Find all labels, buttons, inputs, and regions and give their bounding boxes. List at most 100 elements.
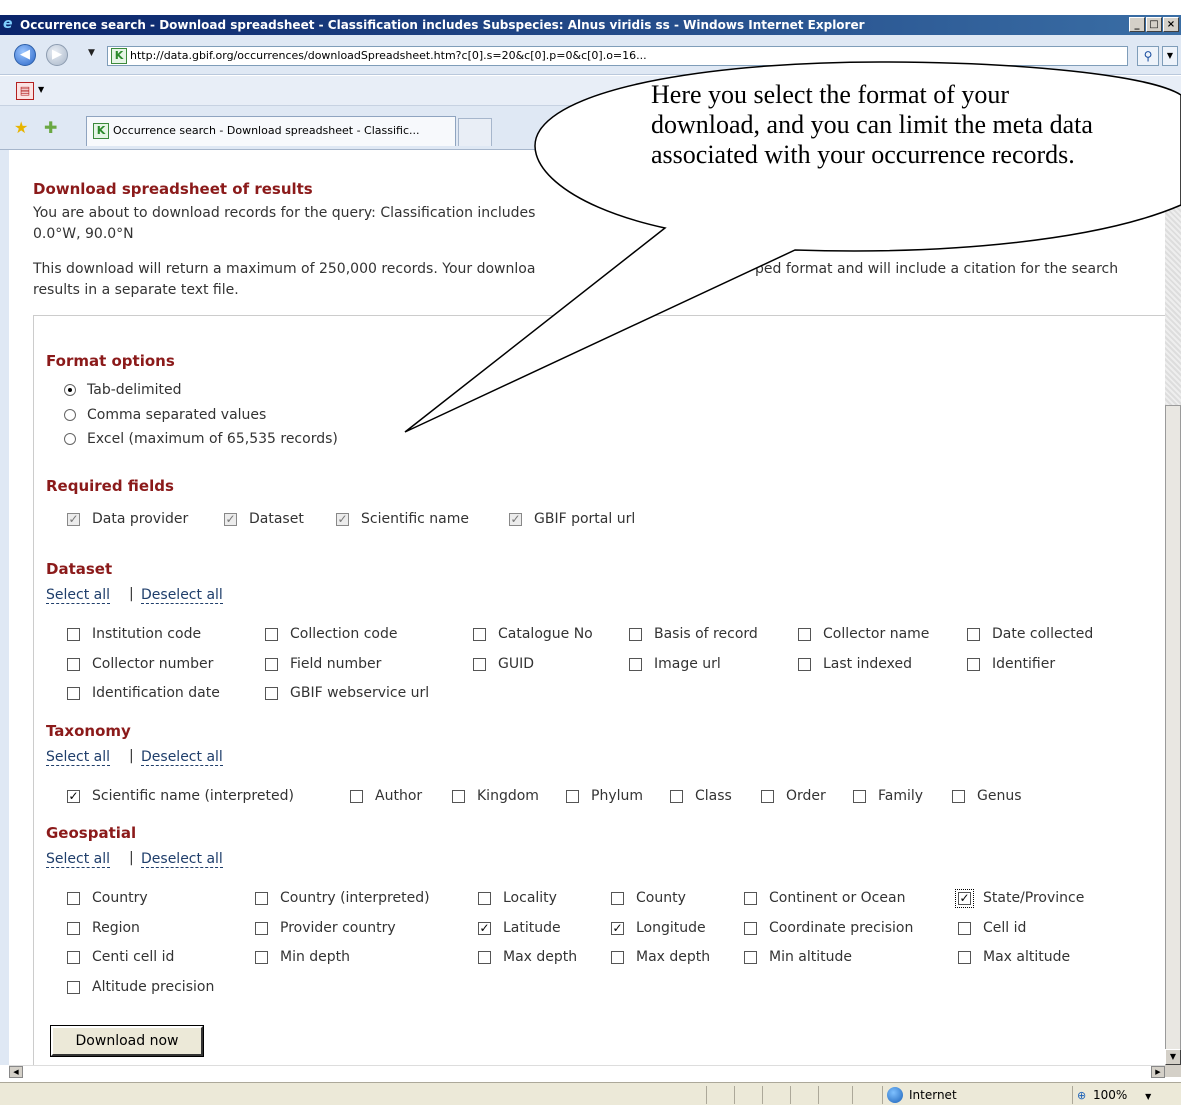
format-excel[interactable]: Excel (maximum of 65,535 records) (64, 431, 338, 447)
scroll-right-icon[interactable]: ▶ (1151, 1066, 1165, 1078)
radio-icon[interactable] (64, 409, 76, 421)
scroll-thumb[interactable] (1165, 405, 1181, 1055)
checkbox-icon[interactable] (952, 789, 965, 803)
field-latitude[interactable]: ✓ Latitude (478, 920, 561, 936)
format-csv[interactable]: Comma separated values (64, 407, 266, 423)
field-country-interpreted[interactable]: Country (interpreted) (255, 890, 430, 906)
field-locality[interactable]: Locality (478, 890, 557, 906)
forward-button[interactable]: ▶ (46, 44, 68, 66)
field-family[interactable]: Family (853, 788, 923, 804)
field-state-province[interactable]: ✓ State/Province (955, 888, 1084, 908)
field-scientific-name-interpreted[interactable]: ✓ Scientific name (interpreted) (67, 788, 294, 804)
pdf-convert-button[interactable]: ▤ (16, 82, 34, 100)
checkbox-icon[interactable] (629, 627, 642, 641)
field-author[interactable]: Author (350, 788, 422, 804)
field-coordinate-precision[interactable]: Coordinate precision (744, 920, 913, 936)
checkbox-icon[interactable] (478, 950, 491, 964)
checkbox-icon[interactable]: ✓ (611, 921, 624, 935)
checkbox-icon[interactable] (761, 789, 774, 803)
checkbox-icon[interactable] (255, 891, 268, 905)
field-provider-country[interactable]: Provider country (255, 920, 396, 936)
geospatial-deselect-all-link[interactable]: Deselect all (141, 851, 223, 868)
field-max-depth-2[interactable]: Max depth (611, 949, 710, 965)
checkbox-icon[interactable] (744, 891, 757, 905)
field-date-collected[interactable]: Date collected (967, 626, 1093, 642)
scroll-left-icon[interactable]: ◀ (9, 1066, 23, 1078)
checkbox-icon[interactable] (958, 921, 971, 935)
checkbox-icon[interactable] (67, 627, 80, 641)
field-max-depth[interactable]: Max depth (478, 949, 577, 965)
checkbox-icon[interactable] (67, 657, 80, 671)
field-collector-number[interactable]: Collector number (67, 656, 213, 672)
checkbox-icon[interactable] (958, 950, 971, 964)
field-class[interactable]: Class (670, 788, 732, 804)
checkbox-icon[interactable] (798, 627, 811, 641)
field-collection-code[interactable]: Collection code (265, 626, 397, 642)
search-button[interactable]: ⚲ (1137, 46, 1159, 66)
checkbox-icon[interactable]: ✓ (478, 921, 491, 935)
chevron-down-icon[interactable]: ▼ (38, 85, 44, 94)
field-altitude-precision[interactable]: Altitude precision (67, 979, 214, 995)
checkbox-icon[interactable] (611, 950, 624, 964)
checkbox-icon[interactable] (478, 891, 491, 905)
field-collector-name[interactable]: Collector name (798, 626, 929, 642)
field-phylum[interactable]: Phylum (566, 788, 643, 804)
checkbox-icon[interactable] (853, 789, 866, 803)
checkbox-icon[interactable] (67, 686, 80, 700)
address-input[interactable]: K http://data.gbif.org/occurrences/downl… (107, 46, 1128, 66)
maximize-button[interactable]: □ (1146, 17, 1162, 32)
checkbox-icon[interactable] (670, 789, 683, 803)
radio-icon[interactable] (64, 384, 76, 396)
scroll-down-icon[interactable]: ▼ (1165, 1049, 1181, 1065)
chevron-down-icon[interactable]: ▼ (1145, 1092, 1151, 1101)
checkbox-icon[interactable] (350, 789, 363, 803)
checkbox-icon[interactable] (744, 950, 757, 964)
field-gbif-webservice-url[interactable]: GBIF webservice url (265, 685, 429, 701)
field-region[interactable]: Region (67, 920, 140, 936)
field-institution-code[interactable]: Institution code (67, 626, 201, 642)
checkbox-icon[interactable] (265, 627, 278, 641)
field-order[interactable]: Order (761, 788, 826, 804)
checkbox-icon[interactable] (798, 657, 811, 671)
checkbox-icon[interactable] (452, 789, 465, 803)
taxonomy-deselect-all-link[interactable]: Deselect all (141, 749, 223, 766)
field-county[interactable]: County (611, 890, 686, 906)
back-button[interactable]: ◀ (14, 44, 36, 66)
radio-icon[interactable] (64, 433, 76, 445)
checkbox-icon[interactable] (67, 980, 80, 994)
dataset-select-all-link[interactable]: Select all (46, 587, 110, 604)
field-genus[interactable]: Genus (952, 788, 1022, 804)
zoom-control[interactable]: ⊕ 100% ▼ (1072, 1086, 1177, 1104)
geospatial-select-all-link[interactable]: Select all (46, 851, 110, 868)
field-guid[interactable]: GUID (473, 656, 534, 672)
field-min-altitude[interactable]: Min altitude (744, 949, 852, 965)
checkbox-icon[interactable] (67, 950, 80, 964)
taxonomy-select-all-link[interactable]: Select all (46, 749, 110, 766)
checkbox-icon[interactable] (67, 921, 80, 935)
checkbox-icon[interactable] (265, 686, 278, 700)
checkbox-icon[interactable] (566, 789, 579, 803)
field-last-indexed[interactable]: Last indexed (798, 656, 912, 672)
checkbox-icon[interactable] (473, 657, 486, 671)
checkbox-icon[interactable]: ✓ (955, 888, 974, 908)
field-kingdom[interactable]: Kingdom (452, 788, 539, 804)
field-country[interactable]: Country (67, 890, 148, 906)
checkbox-icon[interactable] (67, 891, 80, 905)
field-image-url[interactable]: Image url (629, 656, 721, 672)
field-cell-id[interactable]: Cell id (958, 920, 1026, 936)
checkbox-icon[interactable] (629, 657, 642, 671)
field-identification-date[interactable]: Identification date (67, 685, 220, 701)
checkbox-icon[interactable] (967, 627, 980, 641)
checkbox-icon[interactable]: ✓ (67, 789, 80, 803)
download-now-button[interactable]: Download now (50, 1025, 204, 1057)
format-tab-delimited[interactable]: Tab-delimited (64, 382, 182, 398)
add-favorites-icon[interactable]: ✚ (44, 118, 57, 137)
field-min-depth[interactable]: Min depth (255, 949, 350, 965)
field-catalogue-no[interactable]: Catalogue No (473, 626, 593, 642)
tab-occurrence-search[interactable]: K Occurrence search - Download spreadshe… (86, 116, 456, 146)
checkbox-icon[interactable] (473, 627, 486, 641)
close-button[interactable]: × (1163, 17, 1179, 32)
field-longitude[interactable]: ✓ Longitude (611, 920, 706, 936)
field-basis-of-record[interactable]: Basis of record (629, 626, 758, 642)
field-continent-or-ocean[interactable]: Continent or Ocean (744, 890, 905, 906)
